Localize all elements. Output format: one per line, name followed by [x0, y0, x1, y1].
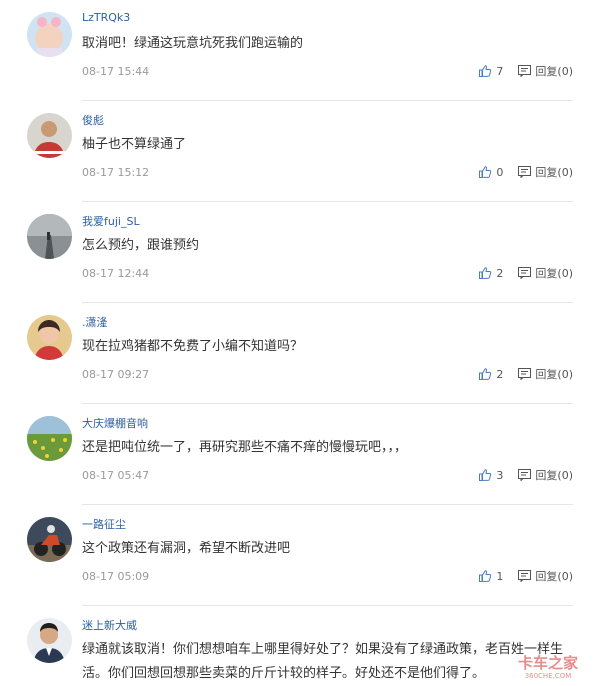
reply-label: 回复(0) — [535, 65, 573, 78]
man-portrait-avatar[interactable] — [27, 618, 72, 663]
motorcycle-avatar[interactable] — [27, 517, 72, 562]
reply-button[interactable]: 回复(0) — [518, 467, 573, 483]
like-button[interactable]: 0 — [478, 165, 504, 179]
reply-label: 回复(0) — [535, 166, 573, 179]
like-button[interactable]: 1 — [478, 569, 504, 583]
comment-text: 柚子也不算绿通了 — [82, 137, 187, 152]
comment-actions: 1 回复(0) — [478, 568, 573, 584]
comment-icon — [518, 166, 532, 178]
like-count: 2 — [496, 367, 504, 381]
comment-username[interactable]: 迷上新大威 — [82, 617, 137, 633]
comment-item: 大庆爆棚音响 还是把吨位统一了，再研究那些不痛不痒的慢慢玩吧，，， 08-17 … — [0, 404, 600, 505]
comment-item: 我爱fuji_SL 怎么预约，跟谁预约 08-17 12:44 2 回复(0) — [0, 202, 600, 303]
like-button[interactable]: 3 — [478, 468, 504, 482]
comment-time: 08-17 12:44 — [82, 267, 150, 280]
like-count: 0 — [496, 165, 504, 179]
like-button[interactable]: 2 — [478, 367, 504, 381]
thumbs-up-icon — [478, 165, 492, 179]
comment-username[interactable]: LzTRQk3 — [82, 11, 130, 24]
comment-icon — [518, 469, 532, 481]
comment-icon — [518, 570, 532, 582]
reply-label: 回复(0) — [535, 267, 573, 280]
comment-text: 取消吧！绿通这玩意坑死我们跑运输的 — [82, 36, 304, 51]
like-button[interactable]: 2 — [478, 266, 504, 280]
foggy-road-avatar[interactable] — [27, 214, 72, 259]
watermark-text: 卡车之家 — [518, 654, 578, 672]
comment-actions: 7 回复(0) — [478, 63, 573, 79]
thumbs-up-icon — [478, 367, 492, 381]
comment-time: 08-17 15:44 — [82, 65, 150, 78]
like-count: 3 — [496, 468, 504, 482]
comment-item: .潇湰 现在拉鸡猪都不免费了小编不知道吗？ 08-17 09:27 2 回复(0… — [0, 303, 600, 404]
comment-text: 这个政策还有漏洞，希望不断改进吧 — [82, 541, 291, 556]
like-count: 1 — [496, 569, 504, 583]
comment-actions: 2 回复(0) — [478, 265, 573, 281]
baby-avatar[interactable] — [27, 12, 72, 57]
comment-username[interactable]: 大庆爆棚音响 — [82, 415, 148, 431]
comment-icon — [518, 65, 532, 77]
watermark-subtext: 360CHE.COM — [525, 672, 572, 680]
comment-username[interactable]: 一路征尘 — [82, 516, 126, 532]
woman-avatar[interactable] — [27, 315, 72, 360]
comment-actions: 3 回复(0) — [478, 467, 573, 483]
comment-username[interactable]: 俊彪 — [82, 112, 104, 128]
site-watermark: 卡车之家 360CHE.COM — [504, 652, 592, 680]
like-count: 7 — [496, 64, 504, 78]
comment-actions: 0 回复(0) — [478, 164, 573, 180]
comment-text: 还是把吨位统一了，再研究那些不痛不痒的慢慢玩吧，，， — [82, 440, 408, 455]
thumbs-up-icon — [478, 266, 492, 280]
comment-item: LzTRQk3 取消吧！绿通这玩意坑死我们跑运输的 08-17 15:44 7 … — [0, 0, 600, 101]
thumbs-up-icon — [478, 64, 492, 78]
comment-actions: 2 回复(0) — [478, 366, 573, 382]
reply-label: 回复(0) — [535, 570, 573, 583]
thumbs-up-icon — [478, 569, 492, 583]
reply-label: 回复(0) — [535, 368, 573, 381]
comment-username[interactable]: .潇湰 — [82, 314, 108, 330]
reply-button[interactable]: 回复(0) — [518, 568, 573, 584]
comment-text: 怎么预约，跟谁预约 — [82, 238, 200, 253]
reply-button[interactable]: 回复(0) — [518, 63, 573, 79]
comment-text: 现在拉鸡猪都不免费了小编不知道吗？ — [82, 339, 304, 354]
comment-icon — [518, 368, 532, 380]
comment-time: 08-17 15:12 — [82, 166, 150, 179]
reply-button[interactable]: 回复(0) — [518, 164, 573, 180]
comment-item: 一路征尘 这个政策还有漏洞，希望不断改进吧 08-17 05:09 1 回复(0… — [0, 505, 600, 606]
man-avatar[interactable] — [27, 113, 72, 158]
comment-time: 08-17 05:09 — [82, 570, 150, 583]
thumbs-up-icon — [478, 468, 492, 482]
reply-button[interactable]: 回复(0) — [518, 366, 573, 382]
reply-label: 回复(0) — [535, 469, 573, 482]
flower-field-avatar[interactable] — [27, 416, 72, 461]
comment-time: 08-17 09:27 — [82, 368, 150, 381]
comment-text: 绿通就该取消！你们想想咱车上哪里得好处了？如果没有了绿通政策，老百姓一样生活。你… — [82, 642, 564, 681]
comment-item: 俊彪 柚子也不算绿通了 08-17 15:12 0 回复(0) — [0, 101, 600, 202]
comment-icon — [518, 267, 532, 279]
comment-username[interactable]: 我爱fuji_SL — [82, 213, 140, 229]
comment-time: 08-17 05:47 — [82, 469, 150, 482]
reply-button[interactable]: 回复(0) — [518, 265, 573, 281]
like-count: 2 — [496, 266, 504, 280]
like-button[interactable]: 7 — [478, 64, 504, 78]
